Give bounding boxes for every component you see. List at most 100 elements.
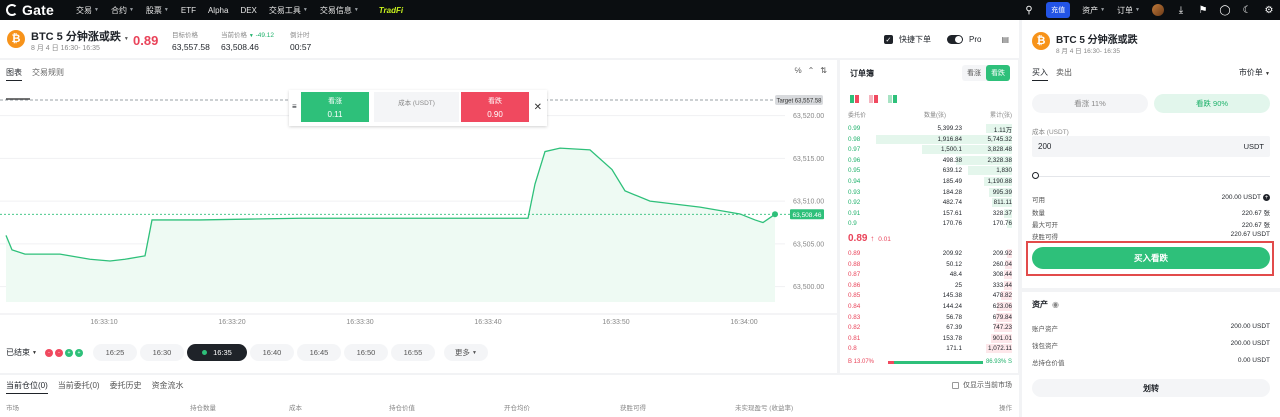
order-book-row[interactable]: 0.96 498.38 2,328.38 [848, 155, 1012, 166]
positions-tabs: 当前仓位(0) 当前委托(0) 委托历史 资金流水 [6, 380, 184, 394]
quick-buy-down-button[interactable]: 看跌 0.90 [461, 92, 529, 122]
time-slot-5[interactable]: 16:50 [343, 344, 388, 361]
order-book-row[interactable]: 0.81 153.78 901.01 [848, 333, 1012, 344]
order-book-row[interactable]: 0.84 144.24 623.06 [848, 301, 1012, 312]
order-book-row[interactable]: 0.8 171.1 1,072.11 [848, 343, 1012, 354]
both-sides-view-icon[interactable] [850, 95, 859, 103]
order-book-row[interactable]: 0.86 25 333.44 [848, 280, 1012, 291]
order-book-row[interactable]: 0.87 48.4 308.44 [848, 269, 1012, 280]
tab-position-0[interactable]: 当前仓位(0) [6, 380, 48, 394]
chevron-down-icon: ▼ [32, 349, 37, 356]
order-book-row[interactable]: 0.83 56.78 679.84 [848, 312, 1012, 323]
order-book-row[interactable]: 0.95 639.12 1,830 [848, 165, 1012, 176]
cost-input[interactable]: 200 USDT [1032, 136, 1270, 157]
settings-gear-icon[interactable]: ⚙ [1258, 0, 1280, 20]
tab-buy[interactable]: 买入 [1032, 67, 1048, 81]
only-current-market-toggle[interactable]: 仅显示当前市场 [952, 380, 1012, 390]
add-funds-icon[interactable]: + [1263, 194, 1270, 201]
indicator-icon[interactable]: ⌃ [808, 66, 815, 75]
ended-dropdown[interactable]: 已结束 ▼ [6, 347, 37, 358]
order-form-panel: ₿ BTC 5 分钟涨或跌 8 月 4 日 16:30- 16:35 买入 卖出… [1022, 20, 1280, 417]
market-title[interactable]: BTC 5 分钟涨或跌 ▼ [31, 28, 129, 44]
tab-position-3[interactable]: 资金流水 [152, 380, 184, 394]
globe-icon[interactable]: ◯ [1214, 0, 1236, 20]
transfer-button[interactable]: 划转 [1032, 379, 1270, 397]
nav-item-0[interactable]: 交易 ▼ [70, 5, 105, 16]
time-slots: 16:25 16:30 16:35 16:40 16:45 16:50 16:55 [92, 344, 438, 361]
y-tick-label: 63,510.00 [793, 199, 824, 206]
order-book-row[interactable]: 0.89 209.92 209.92 [848, 248, 1012, 259]
time-slot-6[interactable]: 16:55 [390, 344, 435, 361]
order-book-row[interactable]: 0.94 185.49 1,190.88 [848, 176, 1012, 187]
tab-position-1[interactable]: 当前委托(0) [58, 380, 100, 394]
quick-order-checkbox[interactable]: ✓ [883, 35, 893, 44]
order-book-row[interactable]: 0.88 50.12 260.04 [848, 259, 1012, 270]
search-icon[interactable]: ⚲ [1018, 0, 1040, 20]
order-book-row[interactable]: 0.92 482.74 811.11 [848, 197, 1012, 208]
x-tick-label: 16:33:40 [474, 319, 501, 326]
order-book-row[interactable]: 0.99 5,399.23 1.11万 [848, 123, 1012, 134]
time-slot-4[interactable]: 16:45 [296, 344, 341, 361]
market-time-range: 8 月 4 日 16:30- 16:35 [31, 45, 100, 52]
price-line-chart[interactable]: 63,500.00 63,505.00 63,510.00 63,515.00 63,5… [0, 84, 837, 364]
nav-item-1[interactable]: 合约 ▼ [105, 5, 140, 16]
order-book-title: 订单簿 [850, 69, 874, 78]
more-slots-button[interactable]: 更多 ▼ [443, 344, 488, 361]
order-book-row[interactable]: 0.9 170.76 170.76 [848, 218, 1012, 229]
percent-scale-icon[interactable]: ℅ [795, 66, 802, 75]
tab-trading-rules[interactable]: 交易规则 [32, 67, 64, 81]
nav-item-3[interactable]: ETF [175, 6, 202, 15]
gate-logo[interactable]: Gate [6, 2, 70, 18]
tab-position-2[interactable]: 委托历史 [110, 380, 142, 394]
user-avatar[interactable] [1152, 4, 1164, 16]
bids-only-view-icon[interactable] [888, 95, 897, 103]
time-slot-2[interactable]: 16:35 [186, 344, 247, 361]
tab-order-book-down[interactable]: 看跌 [986, 65, 1010, 81]
order-type-dropdown[interactable]: 市价单 ▼ [1239, 67, 1270, 78]
chevron-down-icon: ▼ [128, 7, 134, 13]
drag-handle-icon[interactable]: ≡ [292, 102, 297, 111]
tab-order-book-up[interactable]: 看涨 [962, 65, 986, 81]
nav-item-4[interactable]: Alpha [202, 6, 234, 15]
time-slot-1[interactable]: 16:30 [139, 344, 184, 361]
outcome-up-button[interactable]: 看涨 11% [1032, 94, 1148, 113]
layout-icon[interactable]: ▤ [1001, 35, 1009, 44]
time-slot-0[interactable]: 16:25 [92, 344, 137, 361]
x-tick-label: 16:34:00 [730, 319, 757, 326]
chevron-down-icon: ▼ [1135, 7, 1140, 13]
nav-item-5[interactable]: DEX [234, 6, 262, 15]
asks-only-view-icon[interactable] [869, 95, 878, 103]
order-book-row[interactable]: 0.97 1,500.1 3,828.48 [848, 144, 1012, 155]
deposit-button[interactable]: 充值 [1046, 2, 1071, 18]
quick-buy-up-button[interactable]: 看涨 0.11 [301, 92, 369, 122]
outcome-down-button[interactable]: 看跌 90% [1154, 94, 1270, 113]
x-tick-label: 16:33:30 [346, 319, 373, 326]
pro-toggle[interactable] [946, 35, 963, 44]
order-book-row[interactable]: 0.93 184.28 995.39 [848, 187, 1012, 198]
eye-icon[interactable]: ◉ [1052, 300, 1059, 309]
tradfi-link[interactable]: TradFi [379, 6, 403, 15]
notification-bell-icon[interactable]: ⚑ [1192, 0, 1214, 20]
close-icon[interactable]: ✕ [534, 102, 542, 113]
tab-sell[interactable]: 卖出 [1056, 67, 1072, 81]
time-slot-3[interactable]: 16:40 [249, 344, 294, 361]
order-book-row[interactable]: 0.98 1,916.84 5,745.32 [848, 134, 1012, 145]
slider-handle[interactable] [1032, 172, 1039, 179]
moon-icon[interactable]: ☾ [1236, 0, 1258, 20]
order-book-row[interactable]: 0.82 67.39 747.23 [848, 322, 1012, 333]
price-scale-icon[interactable]: ⇅ [820, 66, 827, 75]
buy-down-button[interactable]: 买入看跌 [1032, 247, 1270, 269]
assets-menu[interactable]: 资产 ▼ [1076, 5, 1111, 16]
target-price-stat: 目标价格 63,557.58 [172, 32, 210, 52]
nav-item-2[interactable]: 股票 ▼ [140, 5, 175, 16]
orders-menu[interactable]: 订单 ▼ [1111, 5, 1146, 16]
order-book-row[interactable]: 0.85 145.38 478.82 [848, 290, 1012, 301]
nav-item-6[interactable]: 交易工具 ▼ [263, 5, 314, 16]
nav-item-7[interactable]: 交易信息 ▼ [314, 5, 365, 16]
top-right-tools: ⚲ 充值 资产 ▼ 订单 ▼ ⤓ ⚑ ◯ ☾ ⚙ [1018, 0, 1280, 20]
download-icon[interactable]: ⤓ [1170, 0, 1192, 20]
order-book-row[interactable]: 0.91 157.61 328.37 [848, 208, 1012, 219]
amount-slider[interactable] [1032, 172, 1270, 180]
tab-chart[interactable]: 图表 [6, 67, 22, 81]
quick-cost-input[interactable]: 成本 (USDT) [374, 92, 459, 122]
